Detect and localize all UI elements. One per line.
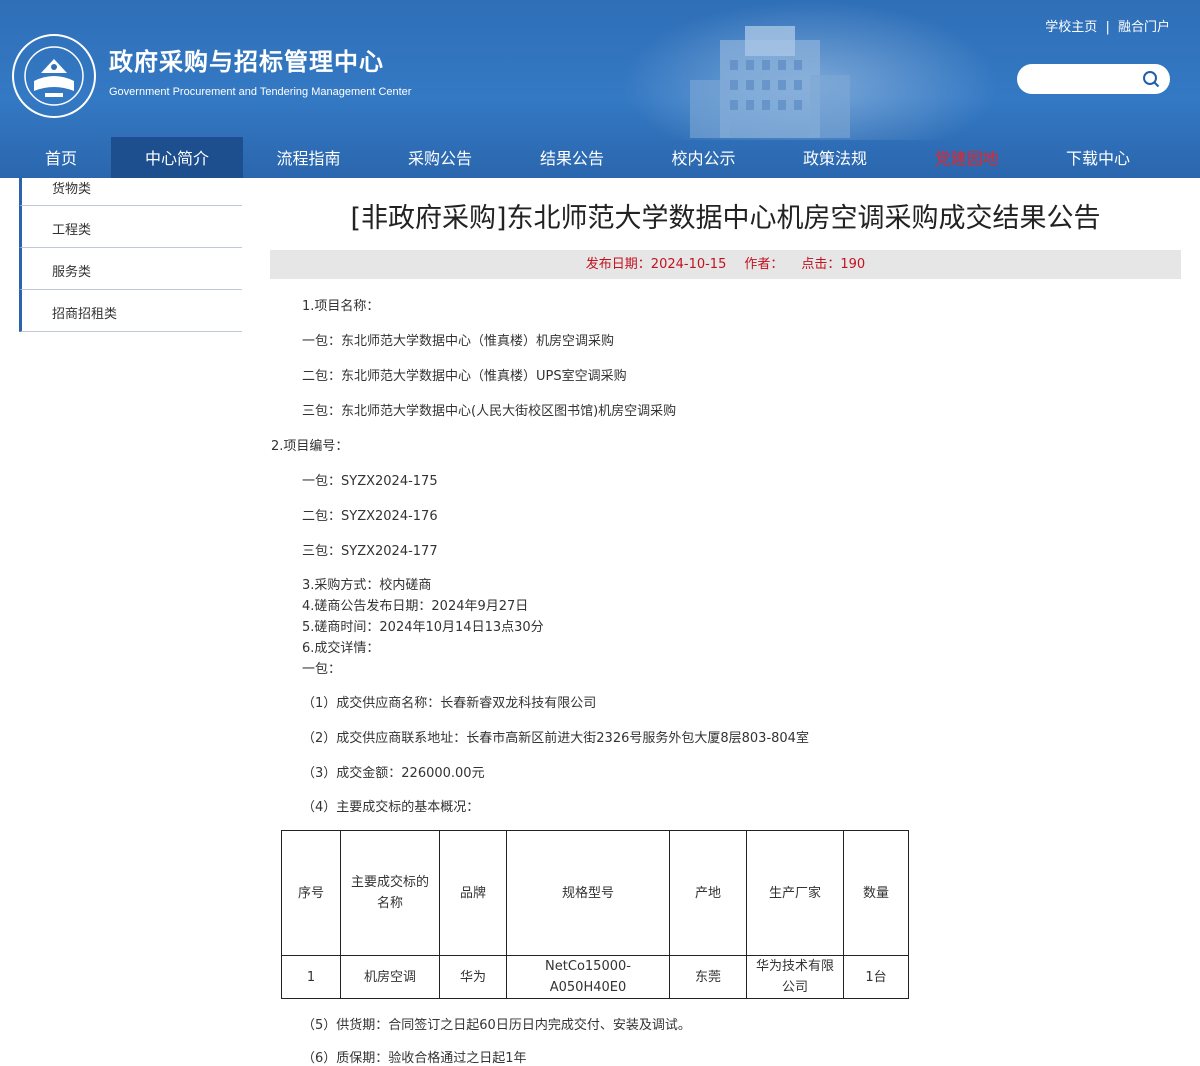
article-title: [非政府采购]东北师范大学数据中心机房空调采购成交结果公告 (350, 203, 1101, 234)
sidebar: 货物类 工程类 服务类 招商招租类 (19, 178, 242, 332)
nav-process-guide[interactable]: 流程指南 (243, 137, 374, 178)
table-cell: NetCo15000-A050H40E0 (506, 955, 670, 999)
sidebar-item-services[interactable]: 服务类 (19, 248, 242, 290)
top-links: 学校主页 | 融合门户 (1045, 16, 1170, 35)
clicks-label: 点击： (801, 257, 841, 272)
table-header-cell: 品牌 (439, 830, 507, 956)
sidebar-item-label: 工程类 (52, 223, 92, 238)
article-meta: 发布日期：2024-10-15 作者： 点击：190 (270, 250, 1181, 279)
click-count: 190 (840, 257, 866, 272)
table-cell: 华为技术有限公司 (746, 955, 844, 999)
search-box (1017, 64, 1170, 94)
site-title: 政府采购与招标管理中心 (109, 48, 384, 76)
table-cell: 1 (281, 955, 341, 999)
table-row: 1 机房空调 华为 NetCo15000-A050H40E0 东莞 华为技术有限… (281, 955, 909, 999)
paragraph: 3.采购方式：校内磋商 (302, 578, 432, 593)
paragraph: 4.磋商公告发布日期：2024年9月27日 (302, 599, 529, 614)
paragraph: 一包： (302, 662, 342, 677)
table-header-cell: 主要成交标的名称 (340, 830, 440, 956)
table-header-cell: 规格型号 (506, 830, 670, 956)
nav-home[interactable]: 首页 (0, 137, 122, 178)
portal-link[interactable]: 融合门户 (1118, 20, 1170, 35)
school-home-link[interactable]: 学校主页 (1045, 20, 1097, 35)
site-subtitle: Government Procurement and Tendering Man… (109, 86, 412, 98)
sidebar-item-investment-leasing[interactable]: 招商招租类 (19, 290, 242, 332)
nav-downloads[interactable]: 下载中心 (1032, 137, 1164, 178)
table-header-cell: 序号 (281, 830, 341, 956)
sidebar-item-engineering[interactable]: 工程类 (19, 206, 242, 248)
paragraph: 2.项目编号： (271, 439, 349, 454)
paragraph: 三包：东北师范大学数据中心(人民大街校区图书馆)机房空调采购 (302, 404, 677, 419)
sidebar-item-label: 招商招租类 (52, 307, 118, 322)
sidebar-item-goods[interactable]: 货物类 (19, 178, 242, 206)
campus-building-image (690, 26, 850, 138)
nav-campus-publicity[interactable]: 校内公示 (638, 137, 769, 178)
table-cell: 东莞 (669, 955, 747, 999)
university-logo (12, 34, 96, 118)
search-input[interactable] (1027, 69, 1141, 91)
sidebar-item-label: 服务类 (52, 265, 92, 280)
deal-items-table: 序号 主要成交标的名称 品牌 规格型号 产地 生产厂家 数量 1 机房空调 华为… (281, 830, 909, 999)
table-header-cell: 数量 (843, 830, 909, 956)
table-header-cell: 产地 (669, 830, 747, 956)
nav-center-intro[interactable]: 中心简介 (111, 137, 243, 178)
author-label: 作者： (744, 257, 784, 272)
paragraph: （2）成交供应商联系地址：长春市高新区前进大街2326号服务外包大厦8层803-… (302, 731, 809, 746)
paragraph: 二包：东北师范大学数据中心（惟真楼）UPS室空调采购 (302, 369, 627, 384)
date-label: 发布日期： (585, 257, 651, 272)
paragraph: 一包：东北师范大学数据中心（惟真楼）机房空调采购 (302, 334, 615, 349)
paragraph: （1）成交供应商名称：长春新睿双龙科技有限公司 (302, 696, 597, 711)
top-links-separator: | (1105, 20, 1110, 35)
paragraph: 5.磋商时间：2024年10月14日13点30分 (302, 620, 544, 635)
nav-party-building[interactable]: 党建园地 (901, 137, 1032, 178)
search-icon[interactable] (1142, 70, 1160, 88)
paragraph: （4）主要成交标的基本概况： (302, 800, 480, 815)
paragraph: 三包：SYZX2024-177 (302, 544, 438, 559)
nav-result-notices[interactable]: 结果公告 (506, 137, 638, 178)
table-cell: 1台 (843, 955, 909, 999)
paragraph: （5）供货期：合同签订之日起60日历日内完成交付、安装及调试。 (302, 1018, 691, 1033)
paragraph: 一包：SYZX2024-175 (302, 474, 438, 489)
paragraph: （3）成交金额：226000.00元 (302, 766, 485, 781)
publish-date: 2024-10-15 (650, 257, 727, 272)
nav-policies[interactable]: 政策法规 (769, 137, 901, 178)
sidebar-item-label: 货物类 (52, 182, 92, 197)
nav-procurement-notices[interactable]: 采购公告 (374, 137, 506, 178)
paragraph: 6.成交详情： (302, 641, 380, 656)
table-cell: 华为 (439, 955, 507, 999)
table-header-cell: 生产厂家 (746, 830, 844, 956)
site-header: 政府采购与招标管理中心 Government Procurement and T… (0, 0, 1200, 178)
main-nav: 首页 中心简介 流程指南 采购公告 结果公告 校内公示 政策法规 党建园地 下载… (0, 137, 1200, 178)
table-header-row: 序号 主要成交标的名称 品牌 规格型号 产地 生产厂家 数量 (281, 830, 909, 956)
table-cell: 机房空调 (340, 955, 440, 999)
paragraph: 二包：SYZX2024-176 (302, 509, 438, 524)
paragraph: 1.项目名称： (302, 299, 380, 314)
